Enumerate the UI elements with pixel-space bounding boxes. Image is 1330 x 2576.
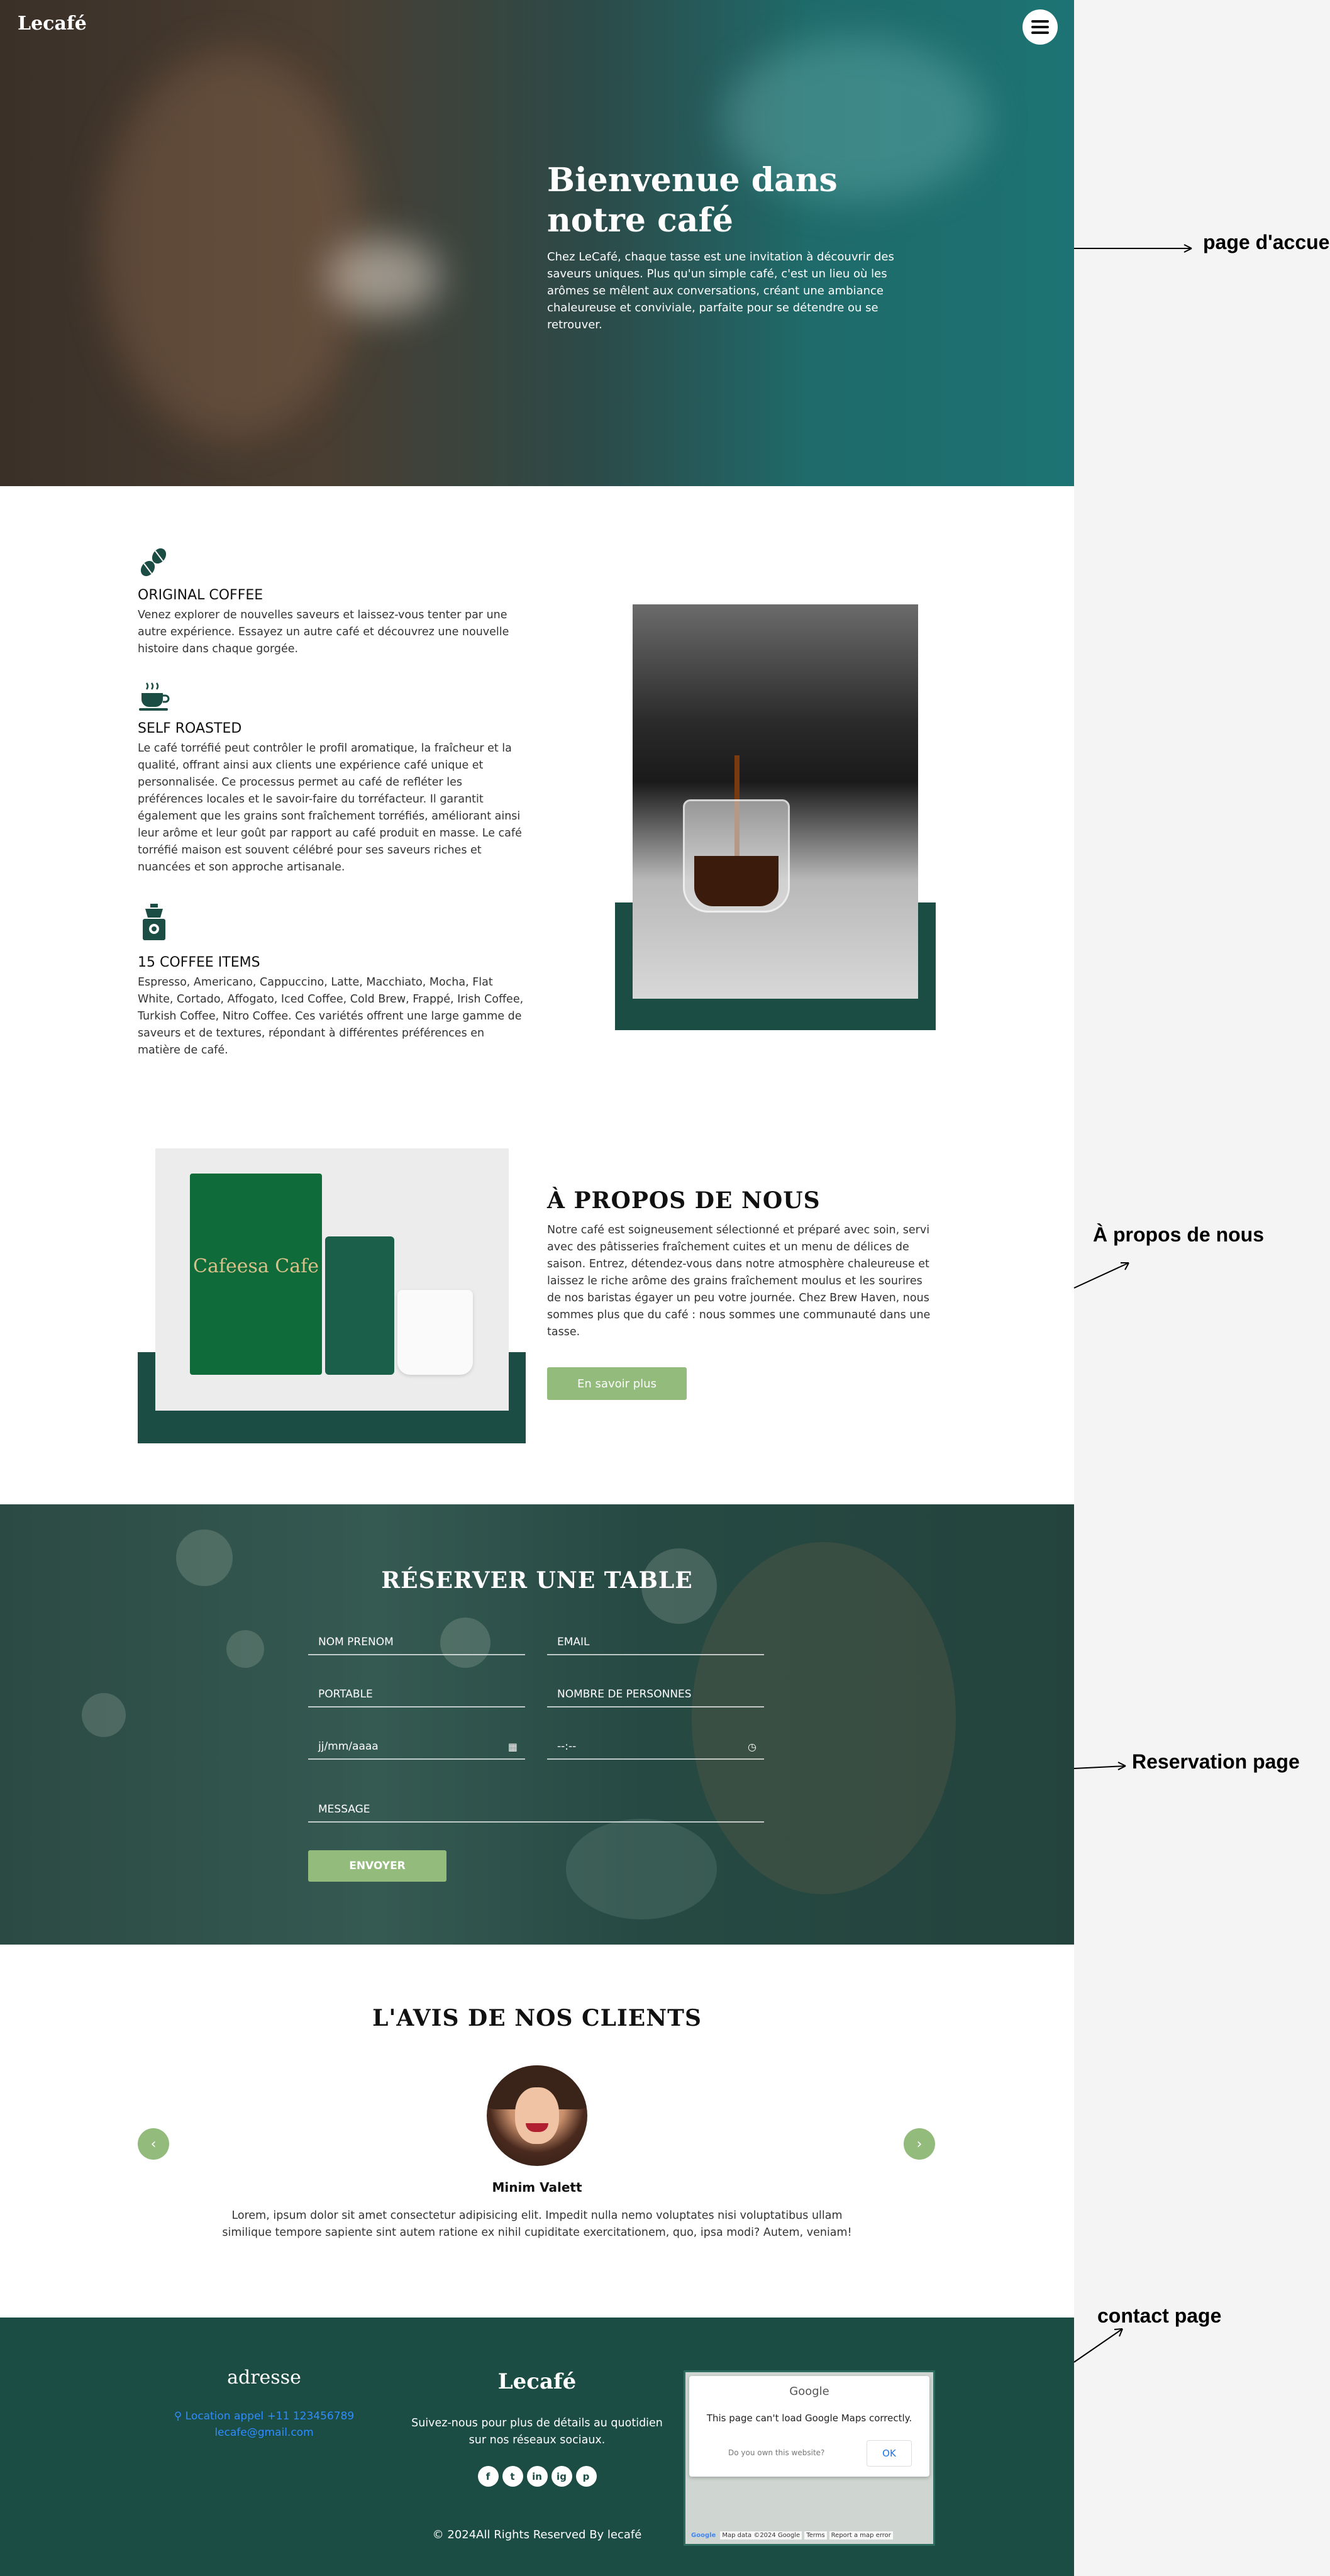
annotation-arrows [1073, 244, 1192, 2363]
annotation-reservation: Reservation page [1132, 1750, 1300, 1773]
annotation-about: À propos de nous [1093, 1223, 1264, 1246]
annotation-home: page d'accueil [1203, 231, 1330, 253]
annotation-contact: contact page [1097, 2304, 1222, 2327]
